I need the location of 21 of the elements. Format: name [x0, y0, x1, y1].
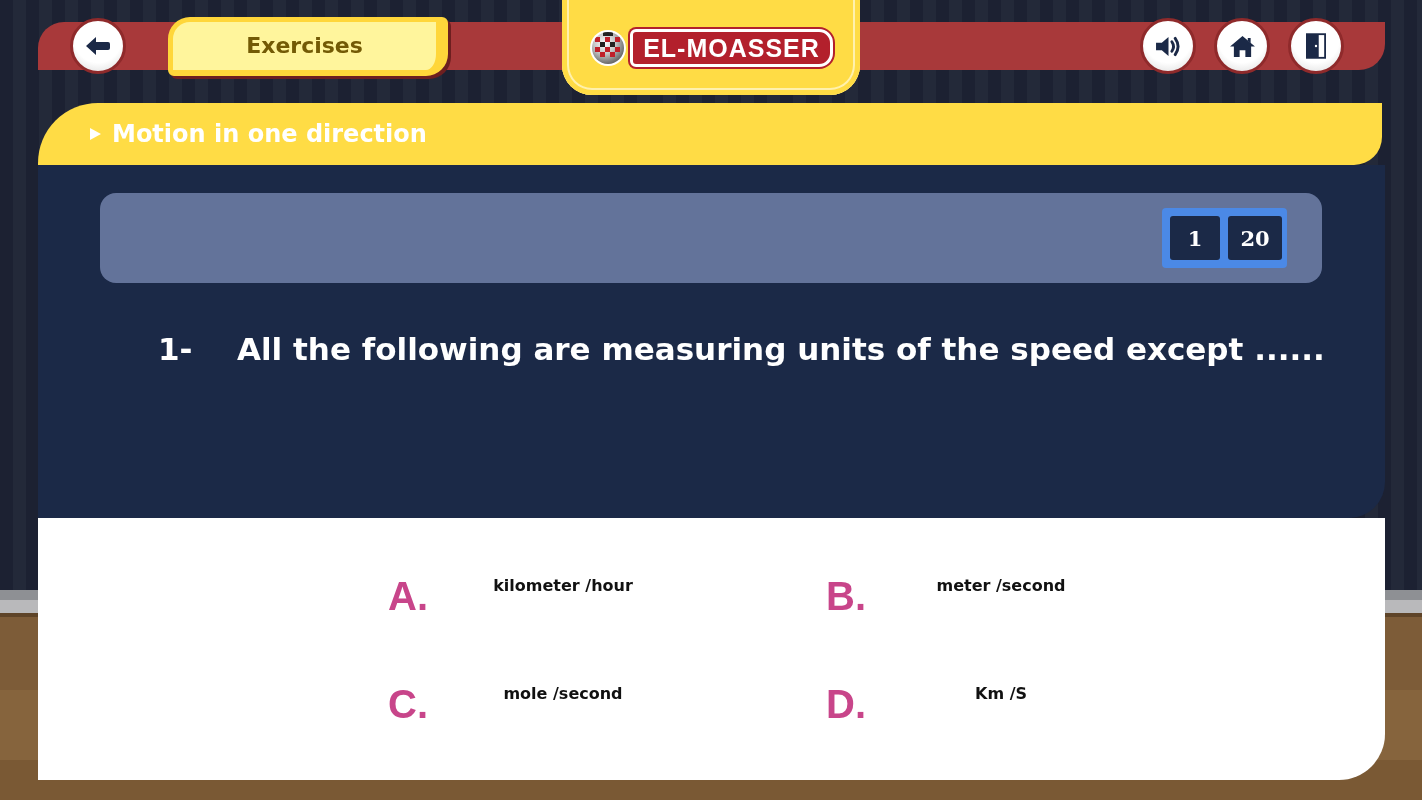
- logo-wordmark: EL-MOASSER: [630, 28, 833, 67]
- total-questions: 20: [1228, 216, 1282, 260]
- exit-button[interactable]: [1288, 18, 1344, 74]
- door-icon: [1306, 33, 1326, 59]
- question-number: 1-: [158, 331, 194, 367]
- lesson-title: Motion in one direction: [112, 120, 427, 148]
- answer-option[interactable]: B. meter /second: [814, 570, 1108, 622]
- question-text: All the following are measuring units of the speed except ......: [237, 331, 1325, 367]
- home-button[interactable]: [1214, 18, 1270, 74]
- triangle-bullet-icon: [90, 128, 101, 140]
- speaker-icon: [1154, 34, 1182, 58]
- current-question-number: 1: [1170, 216, 1220, 260]
- sound-button[interactable]: [1140, 18, 1196, 74]
- answer-option[interactable]: C. mole /second: [376, 678, 670, 730]
- answer-option[interactable]: A. kilometer /hour: [376, 570, 670, 622]
- section-title: Exercises: [168, 16, 448, 76]
- home-icon: [1228, 34, 1256, 58]
- answer-option[interactable]: D. Km /S: [814, 678, 1108, 730]
- back-arrow-icon: [85, 36, 111, 56]
- checkered-ball-icon: [589, 28, 628, 67]
- back-button[interactable]: [70, 18, 126, 74]
